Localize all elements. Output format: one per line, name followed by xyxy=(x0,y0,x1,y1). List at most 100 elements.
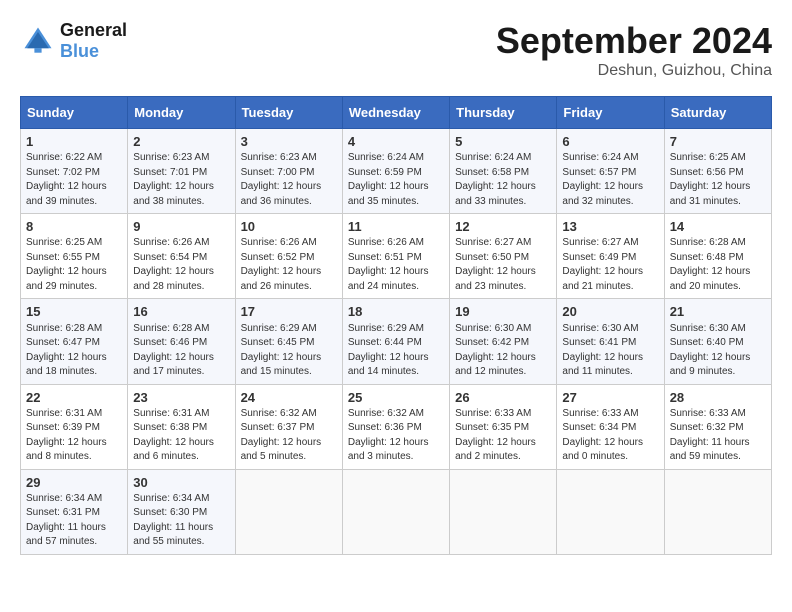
day-cell-21: 21Sunrise: 6:30 AMSunset: 6:40 PMDayligh… xyxy=(664,299,771,384)
day-number: 5 xyxy=(455,133,551,151)
day-info: Sunrise: 6:26 AMSunset: 6:52 PMDaylight:… xyxy=(241,236,337,294)
day-info: Sunrise: 6:25 AMSunset: 6:56 PMDaylight:… xyxy=(670,151,766,209)
day-number: 17 xyxy=(241,303,337,321)
day-number: 16 xyxy=(133,303,229,321)
day-info: Sunrise: 6:34 AMSunset: 6:31 PMDaylight:… xyxy=(26,492,122,550)
day-info: Sunrise: 6:29 AMSunset: 6:44 PMDaylight:… xyxy=(348,322,444,380)
day-cell-19: 19Sunrise: 6:30 AMSunset: 6:42 PMDayligh… xyxy=(450,299,557,384)
day-info: Sunrise: 6:28 AMSunset: 6:47 PMDaylight:… xyxy=(26,322,122,380)
day-number: 24 xyxy=(241,389,337,407)
day-info: Sunrise: 6:33 AMSunset: 6:35 PMDaylight:… xyxy=(455,407,551,465)
calendar-table: Sunday Monday Tuesday Wednesday Thursday… xyxy=(20,96,772,555)
day-number: 6 xyxy=(562,133,658,151)
day-info: Sunrise: 6:32 AMSunset: 6:37 PMDaylight:… xyxy=(241,407,337,465)
logo-icon xyxy=(20,23,56,59)
day-cell-18: 18Sunrise: 6:29 AMSunset: 6:44 PMDayligh… xyxy=(342,299,449,384)
day-cell-22: 22Sunrise: 6:31 AMSunset: 6:39 PMDayligh… xyxy=(21,384,128,469)
day-cell-15: 15Sunrise: 6:28 AMSunset: 6:47 PMDayligh… xyxy=(21,299,128,384)
day-number: 11 xyxy=(348,218,444,236)
day-info: Sunrise: 6:24 AMSunset: 6:57 PMDaylight:… xyxy=(562,151,658,209)
day-info: Sunrise: 6:24 AMSunset: 6:58 PMDaylight:… xyxy=(455,151,551,209)
calendar-week-2: 8Sunrise: 6:25 AMSunset: 6:55 PMDaylight… xyxy=(21,214,772,299)
day-number: 3 xyxy=(241,133,337,151)
day-number: 28 xyxy=(670,389,766,407)
day-cell-25: 25Sunrise: 6:32 AMSunset: 6:36 PMDayligh… xyxy=(342,384,449,469)
day-info: Sunrise: 6:25 AMSunset: 6:55 PMDaylight:… xyxy=(26,236,122,294)
day-info: Sunrise: 6:26 AMSunset: 6:54 PMDaylight:… xyxy=(133,236,229,294)
day-number: 20 xyxy=(562,303,658,321)
page-header: General Blue September 2024 Deshun, Guiz… xyxy=(20,20,772,80)
day-info: Sunrise: 6:26 AMSunset: 6:51 PMDaylight:… xyxy=(348,236,444,294)
day-info: Sunrise: 6:31 AMSunset: 6:38 PMDaylight:… xyxy=(133,407,229,465)
header-sunday: Sunday xyxy=(21,97,128,129)
header-monday: Monday xyxy=(128,97,235,129)
day-number: 8 xyxy=(26,218,122,236)
day-number: 29 xyxy=(26,474,122,492)
empty-cell xyxy=(342,469,449,554)
day-cell-13: 13Sunrise: 6:27 AMSunset: 6:49 PMDayligh… xyxy=(557,214,664,299)
day-cell-3: 3Sunrise: 6:23 AMSunset: 7:00 PMDaylight… xyxy=(235,129,342,214)
empty-cell xyxy=(664,469,771,554)
day-info: Sunrise: 6:30 AMSunset: 6:42 PMDaylight:… xyxy=(455,322,551,380)
day-cell-28: 28Sunrise: 6:33 AMSunset: 6:32 PMDayligh… xyxy=(664,384,771,469)
title-block: September 2024 Deshun, Guizhou, China xyxy=(496,20,772,80)
day-info: Sunrise: 6:34 AMSunset: 6:30 PMDaylight:… xyxy=(133,492,229,550)
calendar-week-4: 22Sunrise: 6:31 AMSunset: 6:39 PMDayligh… xyxy=(21,384,772,469)
logo-text: General Blue xyxy=(60,20,127,62)
header-wednesday: Wednesday xyxy=(342,97,449,129)
empty-cell xyxy=(450,469,557,554)
day-info: Sunrise: 6:32 AMSunset: 6:36 PMDaylight:… xyxy=(348,407,444,465)
empty-cell xyxy=(235,469,342,554)
day-cell-7: 7Sunrise: 6:25 AMSunset: 6:56 PMDaylight… xyxy=(664,129,771,214)
day-cell-6: 6Sunrise: 6:24 AMSunset: 6:57 PMDaylight… xyxy=(557,129,664,214)
day-number: 21 xyxy=(670,303,766,321)
day-number: 12 xyxy=(455,218,551,236)
header-tuesday: Tuesday xyxy=(235,97,342,129)
day-cell-14: 14Sunrise: 6:28 AMSunset: 6:48 PMDayligh… xyxy=(664,214,771,299)
day-info: Sunrise: 6:28 AMSunset: 6:46 PMDaylight:… xyxy=(133,322,229,380)
day-cell-2: 2Sunrise: 6:23 AMSunset: 7:01 PMDaylight… xyxy=(128,129,235,214)
day-cell-4: 4Sunrise: 6:24 AMSunset: 6:59 PMDaylight… xyxy=(342,129,449,214)
day-cell-23: 23Sunrise: 6:31 AMSunset: 6:38 PMDayligh… xyxy=(128,384,235,469)
day-number: 26 xyxy=(455,389,551,407)
day-number: 13 xyxy=(562,218,658,236)
calendar-week-3: 15Sunrise: 6:28 AMSunset: 6:47 PMDayligh… xyxy=(21,299,772,384)
day-cell-27: 27Sunrise: 6:33 AMSunset: 6:34 PMDayligh… xyxy=(557,384,664,469)
day-cell-17: 17Sunrise: 6:29 AMSunset: 6:45 PMDayligh… xyxy=(235,299,342,384)
header-thursday: Thursday xyxy=(450,97,557,129)
day-number: 23 xyxy=(133,389,229,407)
header-saturday: Saturday xyxy=(664,97,771,129)
day-info: Sunrise: 6:30 AMSunset: 6:41 PMDaylight:… xyxy=(562,322,658,380)
calendar-week-1: 1Sunrise: 6:22 AMSunset: 7:02 PMDaylight… xyxy=(21,129,772,214)
day-number: 2 xyxy=(133,133,229,151)
day-info: Sunrise: 6:23 AMSunset: 7:00 PMDaylight:… xyxy=(241,151,337,209)
month-title: September 2024 xyxy=(496,20,772,62)
day-number: 7 xyxy=(670,133,766,151)
day-info: Sunrise: 6:31 AMSunset: 6:39 PMDaylight:… xyxy=(26,407,122,465)
day-cell-1: 1Sunrise: 6:22 AMSunset: 7:02 PMDaylight… xyxy=(21,129,128,214)
day-cell-5: 5Sunrise: 6:24 AMSunset: 6:58 PMDaylight… xyxy=(450,129,557,214)
day-cell-16: 16Sunrise: 6:28 AMSunset: 6:46 PMDayligh… xyxy=(128,299,235,384)
calendar-header-row: Sunday Monday Tuesday Wednesday Thursday… xyxy=(21,97,772,129)
empty-cell xyxy=(557,469,664,554)
day-cell-24: 24Sunrise: 6:32 AMSunset: 6:37 PMDayligh… xyxy=(235,384,342,469)
day-number: 9 xyxy=(133,218,229,236)
day-number: 1 xyxy=(26,133,122,151)
day-cell-30: 30Sunrise: 6:34 AMSunset: 6:30 PMDayligh… xyxy=(128,469,235,554)
day-info: Sunrise: 6:27 AMSunset: 6:49 PMDaylight:… xyxy=(562,236,658,294)
day-info: Sunrise: 6:28 AMSunset: 6:48 PMDaylight:… xyxy=(670,236,766,294)
location: Deshun, Guizhou, China xyxy=(496,62,772,80)
day-cell-9: 9Sunrise: 6:26 AMSunset: 6:54 PMDaylight… xyxy=(128,214,235,299)
day-info: Sunrise: 6:33 AMSunset: 6:34 PMDaylight:… xyxy=(562,407,658,465)
day-number: 22 xyxy=(26,389,122,407)
day-cell-29: 29Sunrise: 6:34 AMSunset: 6:31 PMDayligh… xyxy=(21,469,128,554)
calendar-week-5: 29Sunrise: 6:34 AMSunset: 6:31 PMDayligh… xyxy=(21,469,772,554)
day-cell-26: 26Sunrise: 6:33 AMSunset: 6:35 PMDayligh… xyxy=(450,384,557,469)
day-info: Sunrise: 6:27 AMSunset: 6:50 PMDaylight:… xyxy=(455,236,551,294)
day-number: 30 xyxy=(133,474,229,492)
day-cell-20: 20Sunrise: 6:30 AMSunset: 6:41 PMDayligh… xyxy=(557,299,664,384)
day-info: Sunrise: 6:22 AMSunset: 7:02 PMDaylight:… xyxy=(26,151,122,209)
day-number: 25 xyxy=(348,389,444,407)
day-cell-8: 8Sunrise: 6:25 AMSunset: 6:55 PMDaylight… xyxy=(21,214,128,299)
day-number: 15 xyxy=(26,303,122,321)
